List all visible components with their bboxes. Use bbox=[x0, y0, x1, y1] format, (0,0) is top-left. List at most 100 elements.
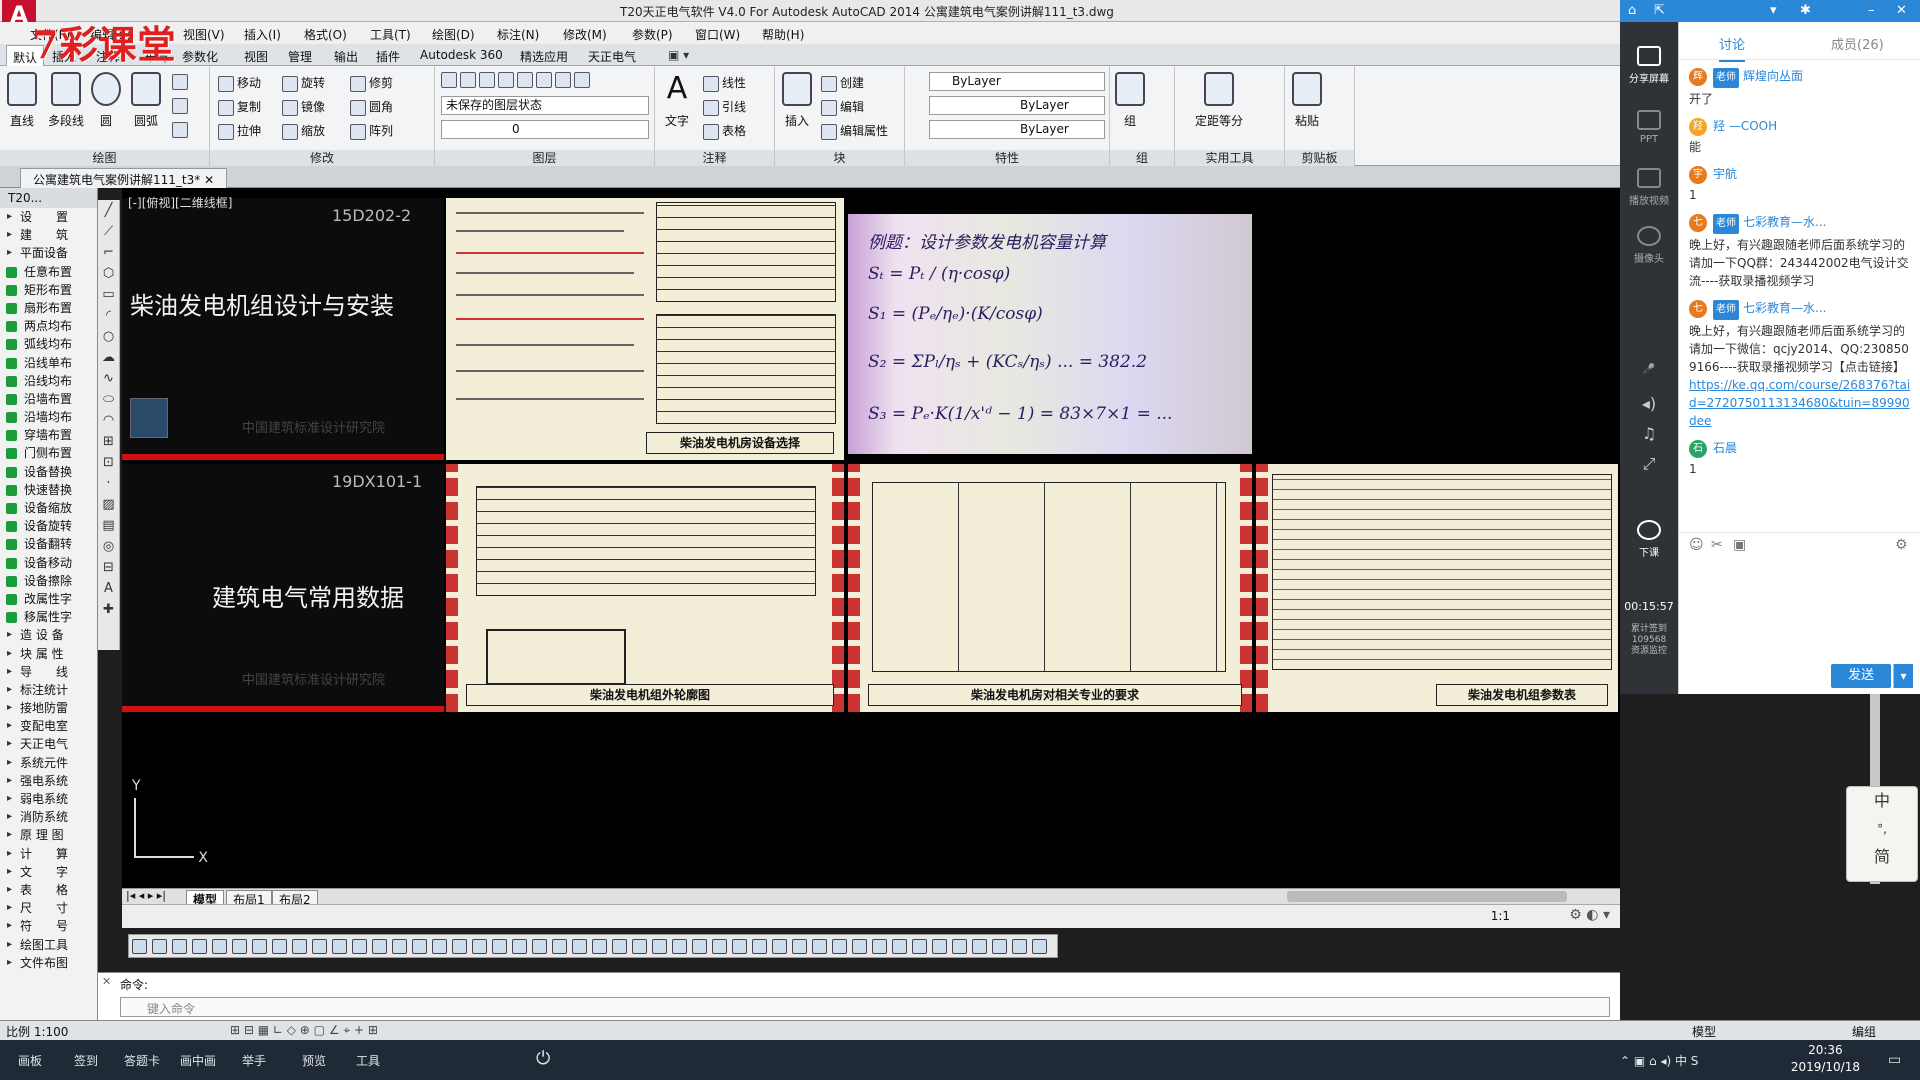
tangent-tool-icon[interactable] bbox=[952, 939, 967, 954]
avatar[interactable]: 七 bbox=[1689, 214, 1707, 232]
panel-item[interactable]: 改属性字 bbox=[0, 590, 97, 608]
tab-nav-arrows[interactable]: |◂ ◂ ▸ ▸| bbox=[126, 889, 166, 902]
panel-item[interactable]: 扇形布置 bbox=[0, 299, 97, 317]
share-icon[interactable]: ⇱ bbox=[1654, 3, 1665, 18]
polyline-tool-icon[interactable]: ⌐ bbox=[98, 242, 119, 263]
layer-state-dropdown[interactable]: 未保存的图层状态 bbox=[441, 96, 649, 115]
array-button[interactable]: 阵列 bbox=[350, 122, 393, 140]
ellipse-arc-icon[interactable]: ◠ bbox=[98, 410, 119, 431]
cloud-icon[interactable]: ☁ bbox=[98, 347, 119, 368]
menu-format[interactable]: 格式(O) bbox=[304, 26, 347, 43]
close-icon[interactable]: ✕ bbox=[204, 173, 214, 187]
panel-item[interactable]: 沿线单布 bbox=[0, 354, 97, 372]
panel-item[interactable]: 沿线均布 bbox=[0, 372, 97, 390]
panel-item[interactable]: 设备旋转 bbox=[0, 517, 97, 535]
menu-dimension[interactable]: 标注(N) bbox=[497, 26, 539, 43]
tab-discussion[interactable]: 讨论 bbox=[1719, 34, 1746, 62]
tangent-tool-icon[interactable] bbox=[332, 939, 347, 954]
move-button[interactable]: 移动 bbox=[218, 74, 261, 92]
panel-item[interactable]: 原 理 图 bbox=[0, 826, 97, 844]
tangent-tool-icon[interactable] bbox=[712, 939, 727, 954]
panel-item[interactable]: 移属性字 bbox=[0, 608, 97, 626]
tangent-tool-icon[interactable] bbox=[872, 939, 887, 954]
panel-item[interactable]: 符 号 bbox=[0, 917, 97, 935]
tangent-tool-icon[interactable] bbox=[732, 939, 747, 954]
panel-item[interactable]: 门侧布置 bbox=[0, 444, 97, 462]
panel-item[interactable]: 计 算 bbox=[0, 845, 97, 863]
point-icon[interactable]: · bbox=[98, 473, 119, 494]
group-mode-toggle[interactable]: 编组 bbox=[1852, 1023, 1876, 1040]
leader-button[interactable]: 引线 bbox=[703, 98, 746, 116]
panel-item[interactable]: 消防系统 bbox=[0, 808, 97, 826]
tangent-tool-icon[interactable] bbox=[312, 939, 327, 954]
chevron-down-icon[interactable]: ▾ bbox=[1770, 3, 1777, 18]
tangent-tool-icon[interactable] bbox=[172, 939, 187, 954]
insert-block-icon[interactable]: ⊞ bbox=[98, 431, 119, 452]
music-icon[interactable]: ♫ bbox=[1620, 424, 1678, 443]
tangent-tool-icon[interactable] bbox=[532, 939, 547, 954]
tangent-tool-icon[interactable] bbox=[652, 939, 667, 954]
tab-members[interactable]: 成员(26) bbox=[1831, 34, 1884, 53]
panel-item[interactable]: 任意布置 bbox=[0, 263, 97, 281]
annotation-scale[interactable]: 1:1 bbox=[1491, 909, 1510, 923]
tangent-tool-icon[interactable] bbox=[292, 939, 307, 954]
measure-divide-button[interactable]: 定距等分 bbox=[1189, 72, 1249, 129]
drawing-canvas[interactable]: [-][俯视][二维线框] 15D202-2 柴油发电机组设计与安装 中国建筑标… bbox=[122, 188, 1620, 888]
arc-tool-icon[interactable]: ◜ bbox=[98, 305, 119, 326]
tangent-tool-icon[interactable] bbox=[232, 939, 247, 954]
panel-item[interactable]: 设备缩放 bbox=[0, 499, 97, 517]
panel-item[interactable]: 沿墙布置 bbox=[0, 390, 97, 408]
tab-plugins[interactable]: 插件 bbox=[376, 48, 400, 65]
menu-modify[interactable]: 修改(M) bbox=[563, 26, 607, 43]
tab-autodesk360[interactable]: Autodesk 360 bbox=[420, 48, 503, 62]
table-button[interactable]: 表格 bbox=[703, 122, 746, 140]
panel-item[interactable]: 设备擦除 bbox=[0, 572, 97, 590]
scale-button[interactable]: 缩放 bbox=[282, 122, 325, 140]
group-group-label[interactable]: 组 bbox=[1110, 150, 1174, 166]
tangent-tool-icon[interactable] bbox=[572, 939, 587, 954]
viewport-label[interactable]: [-][俯视][二维线框] bbox=[128, 194, 232, 211]
tangent-tool-icon[interactable] bbox=[552, 939, 567, 954]
tangent-tool-icon[interactable] bbox=[992, 939, 1007, 954]
arc-tool-button[interactable]: 圆弧 bbox=[128, 72, 164, 129]
taskbar-pip[interactable]: 画中画 bbox=[180, 1052, 216, 1069]
tangent-tool-icon[interactable] bbox=[192, 939, 207, 954]
trim-button[interactable]: 修剪 bbox=[350, 74, 393, 92]
tab-view[interactable]: 视图 bbox=[244, 48, 268, 65]
panel-item[interactable]: 设备翻转 bbox=[0, 535, 97, 553]
color-dropdown[interactable]: ByLayer bbox=[929, 72, 1105, 91]
mtext-icon[interactable]: A bbox=[98, 578, 119, 599]
panel-item[interactable]: 设备替换 bbox=[0, 463, 97, 481]
spline-icon[interactable]: ∿ bbox=[98, 368, 119, 389]
panel-item[interactable]: 弱电系统 bbox=[0, 790, 97, 808]
avatar[interactable]: 石 bbox=[1689, 440, 1707, 458]
create-block-button[interactable]: 创建 bbox=[821, 74, 864, 92]
rotate-button[interactable]: 旋转 bbox=[282, 74, 325, 92]
avatar[interactable]: 宇 bbox=[1689, 166, 1707, 184]
tangent-tool-icon[interactable] bbox=[412, 939, 427, 954]
current-layer-dropdown[interactable]: 0 bbox=[441, 120, 649, 139]
tangent-tool-icon[interactable] bbox=[272, 939, 287, 954]
tray-clock[interactable]: 20:36 2019/10/18 bbox=[1791, 1042, 1860, 1076]
tangent-tool-icon[interactable] bbox=[152, 939, 167, 954]
ellipse-icon[interactable]: ⬭ bbox=[98, 389, 119, 410]
paste-button[interactable]: 粘贴 bbox=[1289, 72, 1325, 129]
fullscreen-icon[interactable]: ⤢ bbox=[1620, 454, 1678, 474]
tangent-tool-icon[interactable] bbox=[472, 939, 487, 954]
notification-icon[interactable]: ▭ bbox=[1888, 1052, 1901, 1068]
menu-tools[interactable]: 工具(T) bbox=[370, 26, 411, 43]
ime-toolbar[interactable]: 中 °, 简 bbox=[1846, 786, 1918, 882]
panel-item[interactable]: 文件布图 bbox=[0, 954, 97, 972]
tangent-tool-icon[interactable] bbox=[912, 939, 927, 954]
properties-group-label[interactable]: 特性 bbox=[905, 150, 1109, 166]
panel-item[interactable]: 天正电气 bbox=[0, 735, 97, 753]
tab-output[interactable]: 输出 bbox=[334, 48, 358, 65]
tangent-tool-icon[interactable] bbox=[832, 939, 847, 954]
speaker-icon[interactable]: ◂) bbox=[1620, 394, 1678, 413]
tangent-tool-icon[interactable] bbox=[932, 939, 947, 954]
ime-chinese-mode[interactable]: 中 bbox=[1847, 787, 1917, 815]
share-screen-button[interactable]: 分享屏幕 bbox=[1620, 46, 1678, 85]
image-icon[interactable]: ▣ bbox=[1733, 537, 1746, 553]
panel-item[interactable]: 文 字 bbox=[0, 863, 97, 881]
layer-tools-row[interactable] bbox=[441, 72, 593, 88]
